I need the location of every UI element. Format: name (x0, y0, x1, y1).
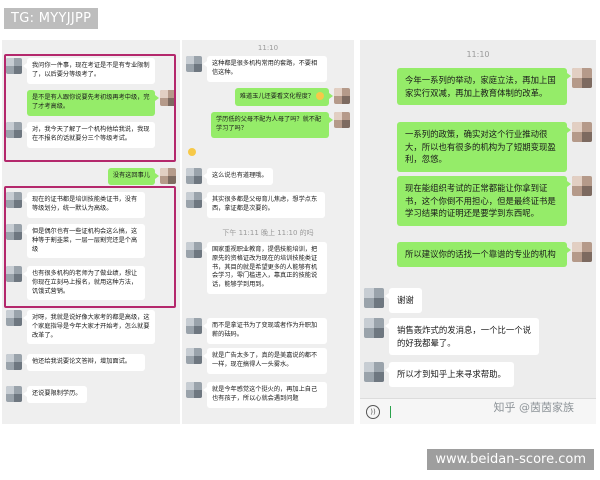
message-row: 这么说也有道理哦。 (186, 168, 273, 185)
message-row: 一系列的政策，确实对这个行业推动很大，所以也有很多的机构为了短期变现盈利，忽悠。 (397, 122, 592, 172)
message-bubble[interactable]: 其实很多都是父母育儿焦虑，想学点东西，拿证都是次要的。 (203, 192, 325, 218)
message-row: 所以建议你的话找一个靠谱的专业的机构 (397, 242, 592, 267)
message-row: 今年一系列的举动，家庭立法，再加上国家实行双减，再加上教育体制的改革。 (397, 68, 592, 106)
my-avatar[interactable] (572, 122, 592, 142)
message-text: 难道玉儿还要看文化程度？ (239, 93, 315, 100)
message-row: 国家重视职业教育，提倡技能培训，把原先的资格证改为现在的培训技能类证书，其目的就… (186, 242, 327, 294)
message-row: 而不是拿证书为了变现或者作为升职加薪的砝码。 (186, 318, 327, 344)
message-bubble[interactable]: 国家重视职业教育，提倡技能培训，把原先的资格证改为现在的培训技能类证书，其目的就… (203, 242, 327, 294)
message-row: 就是广告太多了，真的是美嘉说的都不一样，现在搞得人一头雾水。 (186, 348, 327, 374)
emoji-face-icon (316, 92, 324, 100)
my-avatar[interactable] (160, 168, 176, 184)
message-input-bar[interactable]: )) 知乎 @茵茵家族 (360, 398, 596, 424)
message-row: 现在能组织考试的正常都能让你拿到证书，这个你倒不用担心，但是最终证书是学习结果的… (397, 176, 592, 226)
zhihu-watermark: 知乎 @茵茵家族 (493, 401, 575, 414)
timestamp: 11:10 (466, 50, 490, 59)
message-bubble[interactable]: 现在能组织考试的正常都能让你拿到证书，这个你倒不用担心，但是最终证书是学习结果的… (397, 176, 571, 226)
my-avatar[interactable] (572, 68, 592, 88)
message-row: 其实很多都是父母育儿焦虑，想学点东西，拿证都是次要的。 (186, 192, 325, 218)
contact-avatar[interactable] (364, 362, 384, 382)
message-row: 没有这回事儿 (107, 168, 176, 185)
message-row: 对呀，我就是说好像大家考的都是高级，这个家庭指导是今年大家才开始考，怎么就要改革… (6, 310, 155, 345)
message-row: 他还给我说要论文答辩，增加面试。 (6, 354, 145, 371)
message-bubble[interactable]: 还说要限制学历。 (23, 386, 87, 403)
message-bubble[interactable]: 谢谢 (385, 288, 422, 313)
message-row: 就是今年感觉这个挺火的，再加上自己也有孩子，所以心就会遇到问题 (186, 382, 327, 408)
message-bubble[interactable]: 没有这回事儿 (107, 168, 160, 185)
contact-avatar[interactable] (6, 386, 22, 402)
chat-panel-left: 我问你一件事，现在考证是不是有专业限制了，以后要分等级考了。 是不是有人跟你说要… (2, 40, 180, 424)
message-bubble[interactable]: 他还给我说要论文答辩，增加面试。 (23, 354, 145, 371)
my-avatar[interactable] (334, 112, 350, 128)
message-row: 销售轰炸式的发消息，一个比一个说的好我都晕了。 (364, 318, 539, 356)
message-bubble[interactable]: 所以建议你的话找一个靠谱的专业的机构 (397, 242, 571, 267)
contact-avatar[interactable] (186, 318, 202, 334)
message-row: 所以才到知乎上来寻求帮助。 (364, 362, 514, 387)
message-bubble[interactable]: 一系列的政策，确实对这个行业推动很大，所以也有很多的机构为了短期变现盈利，忽悠。 (397, 122, 571, 172)
message-bubble[interactable]: 所以才到知乎上来寻求帮助。 (385, 362, 514, 387)
message-row: 学历低的父母不配为人母了吗？就不配学习了吗？ (211, 112, 350, 138)
message-bubble[interactable]: 而不是拿证书为了变现或者作为升职加薪的砝码。 (203, 318, 327, 344)
message-row: 谢谢 (364, 288, 422, 313)
contact-avatar[interactable] (186, 382, 202, 398)
message-bubble[interactable]: 就是广告太多了，真的是美嘉说的都不一样，现在搞得人一头雾水。 (203, 348, 327, 374)
contact-avatar[interactable] (364, 318, 384, 338)
message-bubble[interactable]: 今年一系列的举动，家庭立法，再加上国家实行双减，再加上教育体制的改革。 (397, 68, 571, 106)
message-bubble[interactable]: 就是今年感觉这个挺火的，再加上自己也有孩子，所以心就会遇到问题 (203, 382, 327, 408)
watermark-tag: TG: MYYJJPP (4, 8, 99, 29)
my-avatar[interactable] (572, 176, 592, 196)
contact-avatar[interactable] (6, 354, 22, 370)
chat-panel-middle: 11:10 这种都是很多机构常用的套路，不要相信这种。 难道玉儿还要看文化程度？… (182, 40, 354, 424)
voice-input-icon[interactable]: )) (366, 405, 380, 419)
message-bubble[interactable]: 这种都是很多机构常用的套路，不要相信这种。 (203, 56, 327, 82)
my-avatar[interactable] (334, 88, 350, 104)
message-row: 难道玉儿还要看文化程度？ (234, 88, 350, 106)
contact-avatar[interactable] (186, 192, 202, 208)
message-bubble[interactable]: 对呀，我就是说好像大家考的都是高级，这个家庭指导是今年大家才开始考，怎么就要改革… (23, 310, 155, 345)
message-row (186, 144, 196, 156)
site-banner: www.beidan-score.com (427, 449, 594, 470)
contact-avatar[interactable] (6, 310, 22, 326)
highlight-frame-middle (4, 186, 176, 308)
contact-avatar[interactable] (186, 348, 202, 364)
message-bubble[interactable]: 难道玉儿还要看文化程度？ (234, 88, 334, 106)
highlight-frame-top (4, 54, 176, 162)
contact-avatar[interactable] (186, 168, 202, 184)
message-row: 这种都是很多机构常用的套路，不要相信这种。 (186, 56, 327, 82)
emoji-face-icon (188, 148, 196, 156)
timestamp: 11:10 (257, 44, 279, 52)
text-cursor (390, 406, 391, 418)
message-row: 还说要限制学历。 (6, 386, 87, 403)
timestamp: 下午 11:11 晚上 11:10 的吗 (222, 229, 314, 237)
message-bubble[interactable]: 学历低的父母不配为人母了吗？就不配学习了吗？ (211, 112, 333, 138)
chat-panel-right: 11:10 今年一系列的举动，家庭立法，再加上国家实行双减，再加上教育体制的改革… (360, 40, 596, 424)
contact-avatar[interactable] (186, 56, 202, 72)
message-bubble[interactable]: 销售轰炸式的发消息，一个比一个说的好我都晕了。 (385, 318, 539, 356)
message-bubble[interactable]: 这么说也有道理哦。 (203, 168, 273, 185)
contact-avatar[interactable] (186, 242, 202, 258)
my-avatar[interactable] (572, 242, 592, 262)
contact-avatar[interactable] (364, 288, 384, 308)
